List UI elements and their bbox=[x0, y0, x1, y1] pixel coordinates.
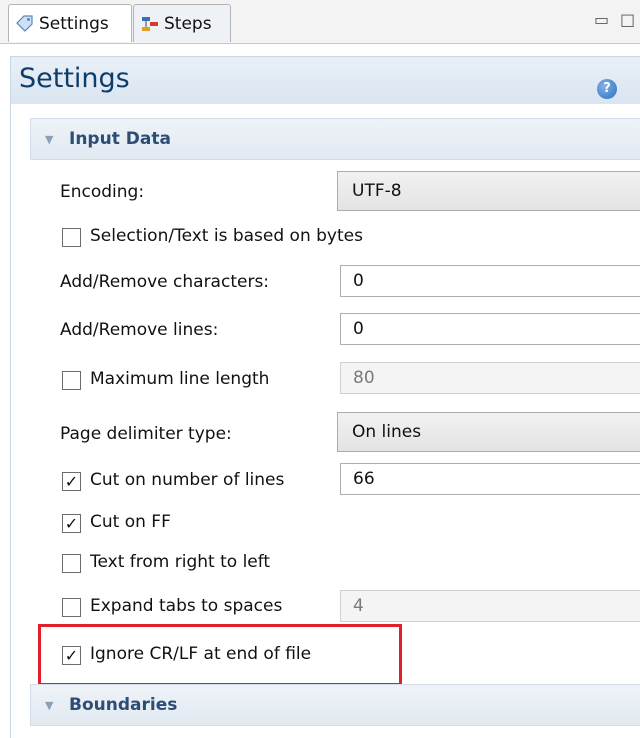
cut-ff-label: Cut on FF bbox=[90, 512, 171, 532]
max-line-length-input[interactable]: 80 bbox=[340, 362, 640, 394]
expand-tabs-checkbox[interactable] bbox=[62, 598, 81, 617]
add-remove-lines-input[interactable]: 0 bbox=[340, 313, 640, 345]
view-tab-bar: Settings Steps ▭ □ bbox=[0, 0, 640, 44]
steps-icon bbox=[140, 14, 160, 34]
settings-header: Settings ? bbox=[10, 56, 640, 104]
expand-tabs-input[interactable]: 4 bbox=[340, 590, 640, 622]
max-line-length-label: Maximum line length bbox=[90, 369, 270, 389]
cut-lines-checkbox[interactable]: ✓ bbox=[62, 472, 81, 491]
cut-ff-checkbox[interactable]: ✓ bbox=[62, 514, 81, 533]
help-icon[interactable]: ? bbox=[597, 79, 617, 99]
rtl-label: Text from right to left bbox=[90, 552, 271, 572]
tab-steps[interactable]: Steps bbox=[133, 4, 231, 42]
tag-icon bbox=[15, 14, 35, 34]
highlight-box bbox=[38, 624, 402, 686]
add-remove-chars-label: Add/Remove characters: bbox=[60, 272, 270, 292]
add-remove-chars-input[interactable]: 0 bbox=[340, 265, 640, 297]
cut-lines-label: Cut on number of lines bbox=[90, 470, 285, 490]
max-line-length-checkbox[interactable] bbox=[62, 371, 81, 390]
tab-steps-label: Steps bbox=[164, 13, 212, 34]
encoding-select[interactable]: UTF-8 bbox=[337, 171, 640, 211]
chevron-down-icon: ▼ bbox=[45, 133, 54, 146]
selection-bytes-checkbox[interactable] bbox=[62, 228, 81, 247]
add-remove-lines-label: Add/Remove lines: bbox=[60, 320, 219, 340]
page-title: Settings bbox=[19, 63, 130, 94]
chevron-down-icon: ▼ bbox=[45, 699, 54, 712]
maximize-icon[interactable]: □ bbox=[620, 10, 635, 29]
rtl-checkbox[interactable] bbox=[62, 554, 81, 573]
minimize-icon[interactable]: ▭ bbox=[594, 10, 609, 29]
page-delimiter-select[interactable]: On lines bbox=[337, 412, 640, 452]
section-input-data-label: Input Data bbox=[69, 129, 171, 149]
tab-settings-label: Settings bbox=[39, 13, 109, 34]
encoding-label: Encoding: bbox=[60, 182, 145, 202]
section-boundaries[interactable]: ▼ Boundaries bbox=[30, 684, 640, 726]
page-delimiter-label: Page delimiter type: bbox=[60, 424, 232, 444]
cut-lines-input[interactable]: 66 bbox=[340, 463, 640, 495]
selection-bytes-label: Selection/Text is based on bytes bbox=[90, 226, 363, 246]
section-input-data[interactable]: ▼ Input Data bbox=[30, 118, 640, 160]
panel-border bbox=[10, 104, 11, 738]
expand-tabs-label: Expand tabs to spaces bbox=[90, 596, 283, 616]
tab-settings[interactable]: Settings bbox=[8, 4, 132, 42]
section-boundaries-label: Boundaries bbox=[69, 695, 178, 715]
